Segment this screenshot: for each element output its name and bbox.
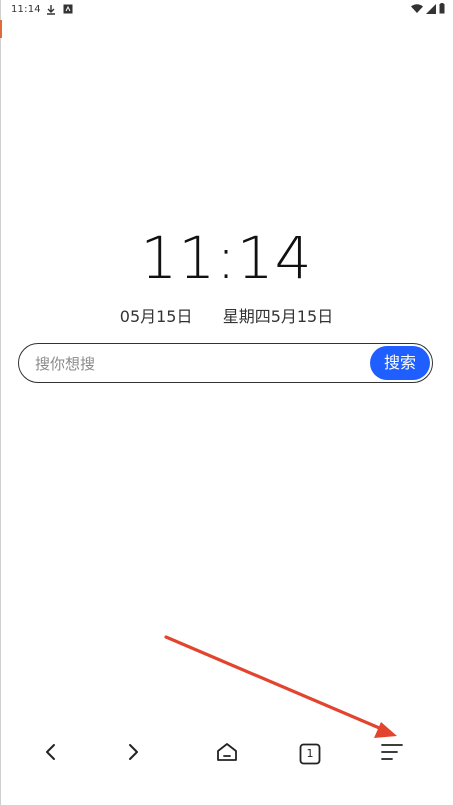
download-icon [46,4,56,18]
clock-time: 11:14 [140,224,313,292]
lunar-date-text: 星期四5月15日 [222,307,334,326]
date-text: 05月15日 [119,307,193,326]
status-time: 11:14 [11,4,41,15]
home-icon [216,742,238,766]
back-button[interactable] [31,734,71,774]
battery-icon [439,3,445,17]
menu-icon [381,743,403,765]
home-button[interactable] [207,734,247,774]
search-box: 搜索 [18,343,433,384]
chevron-left-icon [44,743,58,765]
left-edge-divider [0,0,1,805]
date-row: 05月15日 星期四5月15日 [0,303,453,327]
tab-count: 1 [306,747,314,760]
search-input[interactable] [33,344,367,384]
status-right-icons [411,3,445,17]
app-notification-icon [63,4,73,17]
tabs-icon: 1 [299,743,321,765]
search-button[interactable]: 搜索 [370,346,430,380]
edge-marker [0,20,2,38]
signal-icon [426,3,436,17]
bottom-nav: 1 [0,730,453,778]
wifi-icon [411,3,423,17]
chevron-right-icon [126,743,140,765]
status-bar: 11:14 [0,0,453,20]
menu-button[interactable] [372,734,412,774]
forward-button[interactable] [113,734,153,774]
annotation-arrow [164,635,397,738]
tabs-button[interactable]: 1 [290,734,330,774]
